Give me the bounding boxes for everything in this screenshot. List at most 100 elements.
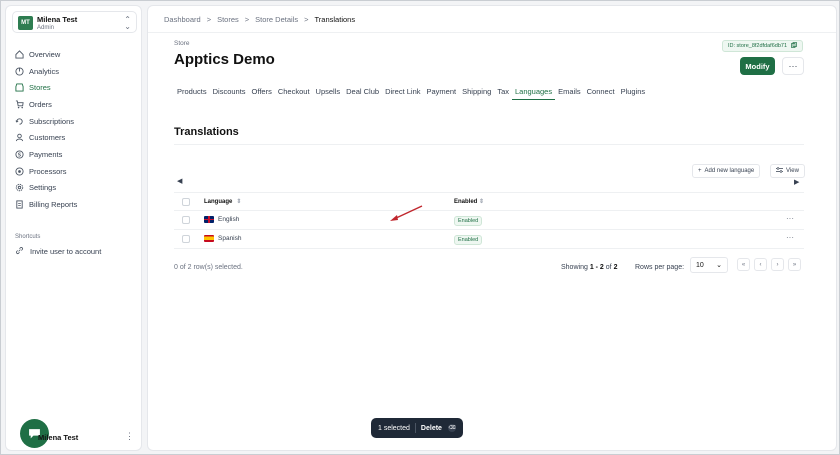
copy-icon[interactable] xyxy=(791,42,797,50)
sidebar-item-label: Customers xyxy=(29,133,66,143)
tab-plugins[interactable]: Plugins xyxy=(618,86,649,100)
tab-discounts[interactable]: Discounts xyxy=(210,86,249,100)
rows-per-page-select[interactable]: 10 ⌄ xyxy=(690,257,728,273)
sidebar-item-settings[interactable]: Settings xyxy=(14,180,139,197)
status-cell: Enabled xyxy=(454,216,483,226)
cart-icon xyxy=(14,99,24,109)
row-actions-icon[interactable]: ··· xyxy=(786,214,794,223)
selection-action-bar: 1 selected Delete ⌫ xyxy=(371,418,463,438)
gear-icon xyxy=(14,183,24,193)
invite-user-shortcut[interactable]: Invite user to account xyxy=(15,246,101,257)
more-actions-button[interactable]: ··· xyxy=(782,57,804,75)
sidebar-item-processors[interactable]: Processors xyxy=(14,163,139,180)
user-icon xyxy=(14,133,24,143)
uk-flag-icon xyxy=(204,216,214,223)
pagination-summary: Showing 1 - 2 of 2 xyxy=(561,264,617,271)
sidebar-item-customers[interactable]: Customers xyxy=(14,129,139,146)
divider xyxy=(174,144,804,145)
row-actions-icon[interactable]: ··· xyxy=(786,233,794,242)
spain-flag-icon xyxy=(204,235,214,242)
scroll-left-icon[interactable]: ◀ xyxy=(177,177,182,185)
view-options-button[interactable]: View xyxy=(770,164,805,178)
delete-shortcut-badge: ⌫ xyxy=(448,424,456,432)
breadcrumb-separator: > xyxy=(206,15,212,24)
user-menu-icon[interactable]: ⋮ xyxy=(125,431,134,442)
delete-button[interactable]: Delete xyxy=(421,425,442,432)
org-switcher[interactable]: MT Milena Test Admin ⌃ ⌄ xyxy=(12,11,137,33)
tab-deal-club[interactable]: Deal Club xyxy=(343,86,382,100)
language-name: Spanish xyxy=(218,235,242,242)
tab-connect[interactable]: Connect xyxy=(584,86,618,100)
breadcrumb-stores[interactable]: Stores xyxy=(217,15,239,24)
last-page-icon[interactable]: » xyxy=(788,258,801,271)
row-checkbox[interactable] xyxy=(182,235,190,243)
tab-tax[interactable]: Tax xyxy=(494,86,512,100)
breadcrumb-current: Translations xyxy=(314,15,356,24)
tab-shipping[interactable]: Shipping xyxy=(459,86,494,100)
row-checkbox[interactable] xyxy=(182,216,190,224)
scroll-right-icon[interactable]: ▶ xyxy=(794,178,799,186)
store-tabs: Products Discounts Offers Checkout Upsel… xyxy=(174,86,648,100)
enabled-column-header[interactable]: Enabled ⇕ xyxy=(454,198,484,205)
sidebar-item-payments[interactable]: Payments xyxy=(14,146,139,163)
header-label: Enabled xyxy=(454,199,478,205)
sidebar-nav: Overview Analytics Stores Orders Subscri… xyxy=(14,46,139,213)
first-page-icon[interactable]: « xyxy=(737,258,750,271)
modify-button[interactable]: Modify xyxy=(740,57,775,75)
chevron-down-icon: ⌄ xyxy=(716,262,722,269)
table-header-row: Language ⇕ Enabled ⇕ xyxy=(174,192,804,211)
sidebar-item-stores[interactable]: Stores xyxy=(14,79,139,96)
breadcrumb-dashboard[interactable]: Dashboard xyxy=(164,15,201,24)
sidebar-item-label: Processors xyxy=(29,166,67,176)
sidebar-item-orders[interactable]: Orders xyxy=(14,96,139,113)
header-label: Language xyxy=(204,198,233,205)
sidebar-item-analytics[interactable]: Analytics xyxy=(14,63,139,80)
language-name: English xyxy=(218,216,240,223)
rows-per-page-value: 10 xyxy=(696,261,704,269)
shortcuts-heading: Shortcuts xyxy=(15,234,41,240)
table-row[interactable]: English Enabled ··· xyxy=(174,211,804,230)
showing-total: 2 xyxy=(613,264,618,271)
tab-upsells[interactable]: Upsells xyxy=(313,86,344,100)
language-cell: English xyxy=(204,216,239,223)
org-role: Admin xyxy=(37,25,55,31)
breadcrumb: Dashboard > Stores > Store Details > Tra… xyxy=(164,15,355,24)
sidebar-item-subscriptions[interactable]: Subscriptions xyxy=(14,113,139,130)
app-frame: MT Milena Test Admin ⌃ ⌄ Overview Analyti… xyxy=(0,0,840,455)
language-column-header[interactable]: Language ⇕ xyxy=(204,198,241,206)
select-all-checkbox[interactable] xyxy=(182,198,190,206)
user-name: Milena Test xyxy=(38,433,79,442)
status-badge: Enabled xyxy=(454,235,483,245)
tab-checkout[interactable]: Checkout xyxy=(275,86,313,100)
user-footer[interactable]: Milena Test ⋮ xyxy=(20,419,138,449)
tab-languages[interactable]: Languages xyxy=(511,86,556,100)
sidebar-item-label: Settings xyxy=(29,183,57,193)
showing-range: 1 - 2 xyxy=(589,264,604,271)
rows-per-page-label: Rows per page: xyxy=(635,264,685,271)
sidebar-item-billing-reports[interactable]: Billing Reports xyxy=(14,196,139,213)
annotation-arrow-icon xyxy=(390,205,423,221)
tab-payment[interactable]: Payment xyxy=(424,86,460,100)
report-icon xyxy=(14,200,24,210)
prev-page-icon[interactable]: ‹ xyxy=(754,258,767,271)
store-id-badge[interactable]: ID: store_8f2dfdaf6db71 xyxy=(721,40,803,52)
table-row[interactable]: Spanish Enabled ··· xyxy=(174,230,804,249)
pagination-controls: « ‹ › » xyxy=(737,258,801,271)
tab-emails[interactable]: Emails xyxy=(555,86,584,100)
divider xyxy=(414,423,416,433)
status-cell: Enabled xyxy=(454,235,483,245)
sidebar-item-label: Stores xyxy=(29,83,51,93)
home-icon xyxy=(14,49,24,59)
tab-offers[interactable]: Offers xyxy=(249,86,275,100)
org-name: Milena Test xyxy=(37,15,78,24)
tab-products[interactable]: Products xyxy=(174,86,210,100)
sidebar-item-overview[interactable]: Overview xyxy=(14,46,139,63)
add-language-button[interactable]: + Add new language xyxy=(692,164,761,178)
breadcrumb-store-details[interactable]: Store Details xyxy=(255,15,298,24)
sort-icon: ⇕ xyxy=(479,199,485,205)
next-page-icon[interactable]: › xyxy=(771,258,784,271)
showing-of: of xyxy=(605,264,612,271)
showing-prefix: Showing xyxy=(561,264,588,271)
subscriptions-icon xyxy=(14,116,24,126)
tab-direct-link[interactable]: Direct Link xyxy=(382,86,423,100)
